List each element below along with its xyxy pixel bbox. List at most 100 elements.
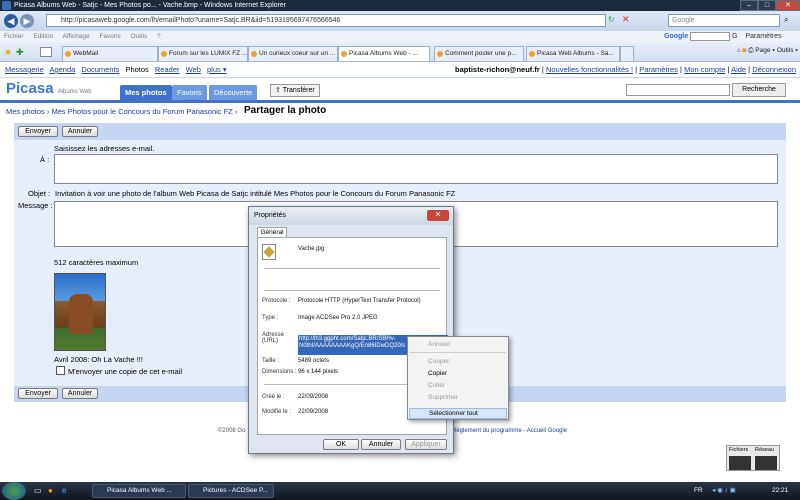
ie-settings-link[interactable]: Paramètres: [745, 33, 781, 40]
ctx-cut[interactable]: Couper: [428, 358, 449, 365]
breadcrumb: Mes photos › Mes Photos pour le Concours…: [6, 107, 238, 116]
ie-command-bar: ⌂ ◙ ⎙ Page ▾ Outils ▾: [736, 47, 798, 54]
forward-icon[interactable]: ▶: [20, 14, 34, 28]
tab-webmail[interactable]: WebMail: [62, 46, 158, 61]
print-icon[interactable]: ⎙: [748, 47, 753, 54]
ie-quicklaunch-icon[interactable]: e: [62, 486, 66, 495]
settings-link[interactable]: Paramètres: [639, 65, 678, 74]
copy-checkbox[interactable]: [56, 366, 65, 375]
cancel-button-bottom[interactable]: Annuler: [62, 388, 98, 399]
gbar-web[interactable]: Web: [186, 65, 201, 74]
cancel-button-top[interactable]: Annuler: [62, 126, 98, 137]
tray-icons[interactable]: ◂ ◉ ♪ ▣: [712, 486, 736, 494]
prop-key-url: Adresse (URL): [262, 332, 285, 344]
google-toolbar-logo[interactable]: Google: [664, 33, 688, 40]
tools-menu[interactable]: Outils: [777, 47, 794, 54]
menu-affichage[interactable]: Affichage: [63, 33, 90, 40]
gbar-reader[interactable]: Reader: [155, 65, 180, 74]
user-email: baptiste-richon@neuf.fr: [454, 65, 540, 74]
start-button[interactable]: [2, 482, 26, 500]
gbar-plus[interactable]: plus ▾: [207, 65, 227, 74]
feeds-icon[interactable]: ◙: [743, 47, 747, 54]
google-go-button[interactable]: G: [732, 33, 737, 40]
show-desktop-icon[interactable]: ▭: [34, 486, 42, 495]
clock[interactable]: 22:21: [772, 487, 788, 494]
ctx-delete[interactable]: Supprimer: [428, 394, 458, 401]
gadget-files-label: Fichiers: [729, 447, 749, 453]
quick-tabs-icon[interactable]: [40, 47, 52, 57]
maximize-button[interactable]: □: [758, 0, 776, 11]
help-link[interactable]: Aide: [731, 65, 746, 74]
gbar-documents[interactable]: Documents: [81, 65, 119, 74]
dialog-cancel-button[interactable]: Annuler: [361, 439, 401, 450]
tab-curieux[interactable]: Un curieux coeur sur un ...: [248, 46, 338, 61]
upload-button[interactable]: ⇪ Transférer: [270, 84, 320, 97]
google-toolbar-input[interactable]: [690, 31, 731, 41]
task-picasa[interactable]: Picasa Albums Web ...: [92, 484, 186, 498]
apply-button[interactable]: Appliquer: [405, 439, 447, 450]
firefox-icon[interactable]: ●: [48, 486, 53, 495]
ctx-copy[interactable]: Copier: [428, 370, 447, 377]
image-file-icon: [262, 244, 276, 260]
new-tab-button[interactable]: [620, 46, 634, 61]
gbar-photos[interactable]: Photos: [125, 65, 148, 74]
prop-val-protocol: Protocole HTTP (HyperText Transfer Proto…: [298, 298, 421, 304]
window-titlebar: Picasa Albums Web - Satjc - Mes Photos p…: [0, 0, 800, 11]
minimize-button[interactable]: –: [740, 0, 758, 11]
dialog-close-button[interactable]: ✕: [427, 210, 449, 221]
stop-icon[interactable]: ✕: [622, 14, 632, 24]
favorites-star-icon[interactable]: ★: [4, 47, 12, 58]
subject-value: Invitation à voir une photo de l'album W…: [55, 189, 456, 198]
new-features-link[interactable]: Nouvelles fonctionnalités !: [546, 65, 633, 74]
taskbar: ▭ ● e Picasa Albums Web ... Pictures - A…: [0, 482, 800, 500]
crumb-my-photos[interactable]: Mes photos: [6, 107, 45, 116]
ctx-select-all[interactable]: Sélectionner tout: [409, 408, 507, 419]
picasa-search-button[interactable]: Recherche: [732, 83, 786, 97]
page-menu[interactable]: Page: [755, 47, 770, 54]
menu-outils[interactable]: Outils: [131, 33, 148, 40]
divider: [264, 290, 440, 291]
menu-fichier[interactable]: Fichier: [4, 33, 24, 40]
gbar-agenda[interactable]: Agenda: [49, 65, 75, 74]
send-button-top[interactable]: Envoyer: [18, 126, 58, 137]
ctx-undo[interactable]: Annuler: [428, 341, 450, 348]
max-chars: 512 caractères maximum: [54, 258, 139, 267]
gbar-messagerie[interactable]: Messagerie: [5, 65, 44, 74]
account-link[interactable]: Mon compte: [684, 65, 725, 74]
picasa-logo[interactable]: Picasa Albums Web: [6, 80, 92, 97]
tab-favorites[interactable]: Favoris: [172, 85, 207, 100]
refresh-icon[interactable]: ↻: [608, 15, 618, 25]
crumb-album[interactable]: Mes Photos pour le Concours du Forum Pan…: [51, 107, 232, 116]
divider: [264, 268, 440, 269]
ie-search-input[interactable]: Google: [668, 14, 780, 27]
send-button-bottom[interactable]: Envoyer: [18, 388, 58, 399]
logout-link[interactable]: Déconnexion: [752, 65, 796, 74]
ctx-paste[interactable]: Coller: [428, 382, 445, 389]
menu-favoris[interactable]: Favoris: [99, 33, 120, 40]
gadget-network-label: Réseau: [755, 447, 774, 453]
to-input[interactable]: [54, 154, 778, 184]
menu-edition[interactable]: Edition: [33, 33, 53, 40]
message-label: Message :: [18, 201, 53, 210]
tab-my-photos[interactable]: Mes photos: [120, 85, 172, 100]
email-hint: Saisissez les adresses e-mail.: [54, 144, 155, 153]
back-icon[interactable]: ◀: [4, 14, 18, 28]
close-window-button[interactable]: ✕: [776, 0, 800, 11]
menu-help[interactable]: ?: [157, 33, 161, 40]
url-input[interactable]: http://picasaweb.google.com/lh/emailPhot…: [46, 14, 606, 27]
picasa-search-input[interactable]: [626, 84, 730, 96]
tab-comment[interactable]: Comment poster une p...: [434, 46, 524, 61]
task-acdsee[interactable]: Pictures - ACDSee P...: [188, 484, 274, 498]
add-favorite-icon[interactable]: ✚: [16, 47, 24, 58]
tab-forum[interactable]: Forum sur les LUMIX FZ ...: [158, 46, 248, 61]
dialog-title: Propriétés: [249, 207, 453, 225]
tab-picasa-2[interactable]: Picasa Web Albums - Sa...: [526, 46, 620, 61]
tab-discover[interactable]: Découverte: [209, 85, 258, 100]
ok-button[interactable]: OK: [323, 439, 359, 450]
language-indicator[interactable]: FR: [694, 487, 703, 494]
home-icon[interactable]: ⌂: [737, 47, 741, 54]
prop-key-dimensions: Dimensions :: [262, 369, 297, 375]
footer-links[interactable]: Règlement du programme - Accueil Google: [452, 428, 567, 434]
tab-picasa-active[interactable]: Picasa Albums Web - ...: [338, 46, 430, 61]
search-icon[interactable]: ⌕: [784, 15, 788, 25]
